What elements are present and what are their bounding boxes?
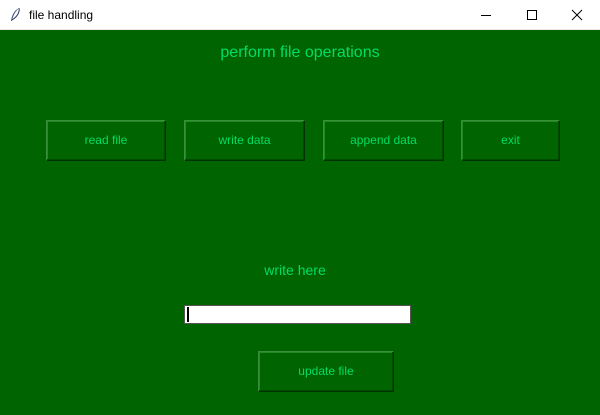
main-panel: perform file operations read file write … (0, 30, 600, 415)
text-caret (187, 307, 189, 322)
write-input[interactable] (184, 305, 411, 324)
window-title: file handling (29, 8, 94, 22)
exit-button[interactable]: exit (461, 120, 560, 161)
write-data-button[interactable]: write data (184, 120, 305, 161)
update-file-button[interactable]: update file (258, 351, 394, 392)
maximize-icon (527, 10, 537, 20)
read-file-button[interactable]: read file (46, 120, 166, 161)
write-here-label: write here (264, 262, 326, 278)
feather-icon (11, 7, 20, 21)
title-bar[interactable]: file handling (0, 0, 600, 30)
minimize-button[interactable] (463, 0, 509, 30)
close-icon (571, 9, 583, 21)
close-button[interactable] (554, 0, 600, 30)
page-title: perform file operations (220, 44, 380, 61)
append-data-button[interactable]: append data (323, 120, 444, 161)
maximize-button[interactable] (509, 0, 555, 30)
minimize-icon (481, 15, 491, 16)
